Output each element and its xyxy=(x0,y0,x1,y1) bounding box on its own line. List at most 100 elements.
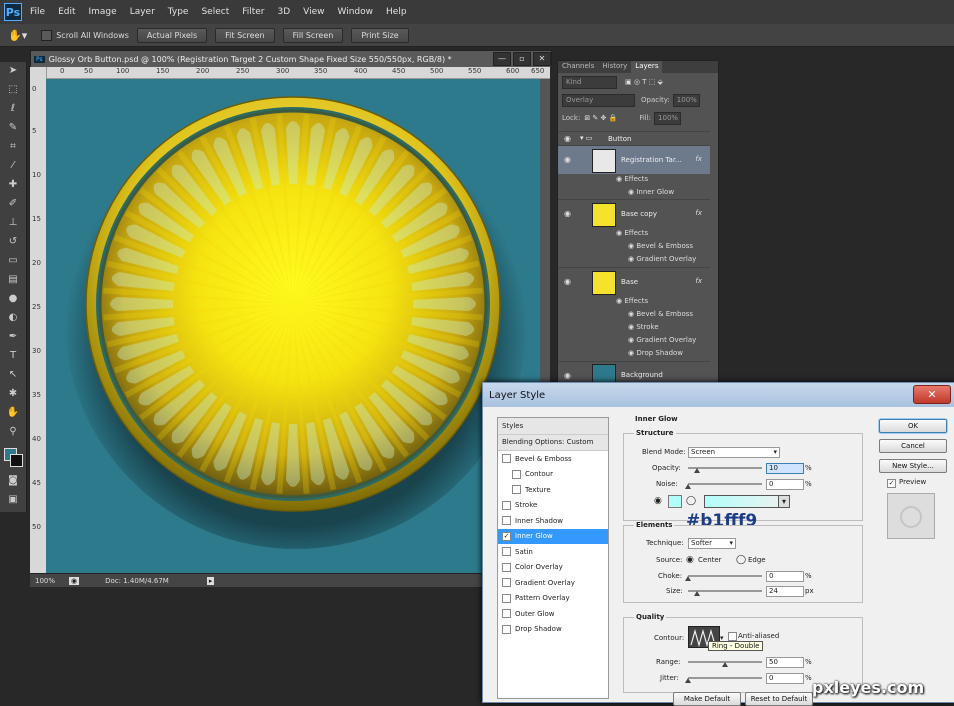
checkbox-icon[interactable] xyxy=(502,593,511,603)
jitter-input[interactable]: 0 xyxy=(766,673,804,684)
gradient-tool-icon[interactable]: ▤ xyxy=(4,273,22,287)
eyedropper-tool-icon[interactable]: ⁄ xyxy=(4,159,22,173)
kind-filter-dropdown[interactable]: Kind xyxy=(562,75,617,89)
reset-default-button[interactable]: Reset to Default xyxy=(745,692,813,706)
dodge-tool-icon[interactable]: ◐ xyxy=(4,311,22,325)
checkbox-icon[interactable] xyxy=(502,624,511,634)
style-outer-glow[interactable]: Outer Glow xyxy=(498,606,608,622)
effects-label[interactable]: ◉ Effects xyxy=(616,229,648,237)
size-input[interactable]: 24 xyxy=(766,586,804,597)
ok-button[interactable]: OK xyxy=(879,419,947,433)
menu-filter[interactable]: Filter xyxy=(242,7,264,17)
eye-icon[interactable]: ◉ xyxy=(564,277,571,286)
maximize-icon[interactable]: ▫ xyxy=(513,52,531,66)
move-tool-icon[interactable]: ➤ xyxy=(4,64,22,78)
checkbox-icon[interactable] xyxy=(512,469,521,479)
document-tab[interactable]: Ps Glossy Orb Button.psd @ 100% (Registr… xyxy=(30,50,552,68)
menu-help[interactable]: Help xyxy=(386,7,407,17)
effect-bevel-emboss[interactable]: ◉ Bevel & Emboss xyxy=(628,242,693,250)
layer-group-button[interactable]: ◉ ▾ ▭ Button xyxy=(558,131,710,146)
new-style-button[interactable]: New Style... xyxy=(879,459,947,473)
document-canvas[interactable] xyxy=(46,79,540,573)
tab-channels[interactable]: Channels xyxy=(558,61,598,73)
dialog-title-bar[interactable]: Layer Style xyxy=(483,383,954,407)
checkbox-icon[interactable] xyxy=(502,500,511,510)
glow-color-swatch[interactable] xyxy=(668,495,682,508)
marquee-tool-icon[interactable]: ⬚ xyxy=(4,83,22,97)
shape-tool-icon[interactable]: ✱ xyxy=(4,387,22,401)
effects-label[interactable]: ◉ Effects xyxy=(616,297,648,305)
checkbox-icon[interactable] xyxy=(502,516,511,526)
checkbox-icon[interactable] xyxy=(41,29,53,41)
quick-select-tool-icon[interactable]: ✎ xyxy=(4,121,22,135)
style-inner-glow[interactable]: ✓ Inner Glow xyxy=(498,528,608,544)
crop-tool-icon[interactable]: ⌗ xyxy=(4,140,22,154)
zoom-tool-icon[interactable]: ⚲ xyxy=(4,425,22,439)
tab-layers[interactable]: Layers xyxy=(631,61,663,73)
glow-gradient-picker[interactable]: ▾ xyxy=(704,495,790,508)
quick-mask-icon[interactable]: ◙ xyxy=(4,474,22,488)
blend-mode-select[interactable]: Screen ▾ xyxy=(688,447,780,458)
zoom-level[interactable]: 100% xyxy=(35,577,55,585)
anti-aliased-checkbox[interactable] xyxy=(728,632,737,641)
menu-3d[interactable]: 3D xyxy=(278,7,291,17)
layer-registration-target[interactable]: ◉ Registration Tar... fx xyxy=(558,145,710,174)
choke-slider[interactable] xyxy=(688,575,762,577)
cancel-button[interactable]: Cancel xyxy=(879,439,947,453)
lasso-tool-icon[interactable]: ℓ xyxy=(4,102,22,116)
menu-layer[interactable]: Layer xyxy=(130,7,155,17)
eye-icon[interactable]: ◉ xyxy=(564,134,571,143)
checkbox-icon[interactable] xyxy=(502,578,511,588)
minimize-icon[interactable]: — xyxy=(493,52,511,66)
path-select-tool-icon[interactable]: ↖ xyxy=(4,368,22,382)
style-gradient-overlay[interactable]: Gradient Overlay xyxy=(498,575,608,591)
eye-icon[interactable]: ◉ xyxy=(564,209,571,218)
eraser-tool-icon[interactable]: ▭ xyxy=(4,254,22,268)
checkbox-icon[interactable] xyxy=(502,547,511,557)
style-bevel-emboss[interactable]: Bevel & Emboss xyxy=(498,451,608,467)
jitter-slider[interactable] xyxy=(688,677,762,679)
eye-icon[interactable]: ◉ xyxy=(564,155,571,164)
menu-image[interactable]: Image xyxy=(89,7,117,17)
opacity-input[interactable]: 100% xyxy=(672,93,700,107)
checkbox-icon[interactable] xyxy=(502,454,511,464)
menu-window[interactable]: Window xyxy=(338,7,374,17)
effects-label[interactable]: ◉ Effects xyxy=(616,175,648,183)
layer-base-copy[interactable]: ◉ Base copy fx xyxy=(558,199,710,228)
menu-type[interactable]: Type xyxy=(168,7,189,17)
technique-select[interactable]: Softer ▾ xyxy=(688,538,736,549)
radio-edge-icon[interactable]: ◯ xyxy=(736,555,746,565)
checkbox-icon[interactable] xyxy=(512,485,521,495)
pen-tool-icon[interactable]: ✒ xyxy=(4,330,22,344)
brush-tool-icon[interactable]: ✐ xyxy=(4,197,22,211)
filter-icons[interactable]: ▣ ◎ T ⬚ ⬙ xyxy=(625,78,663,86)
style-contour[interactable]: Contour xyxy=(498,467,608,483)
type-tool-icon[interactable]: T xyxy=(4,349,22,363)
hand-tool-icon[interactable]: ✋▾ xyxy=(8,29,27,42)
layer-base[interactable]: ◉ Base fx xyxy=(558,267,710,296)
menu-edit[interactable]: Edit xyxy=(58,7,75,17)
choke-input[interactable]: 0 xyxy=(766,571,804,582)
effect-bevel-emboss[interactable]: ◉ Bevel & Emboss xyxy=(628,310,693,318)
fill-input[interactable]: 100% xyxy=(654,111,682,125)
opacity-slider-knob[interactable] xyxy=(694,468,700,473)
radio-gradient-icon[interactable]: ◯ xyxy=(686,496,696,506)
blending-options[interactable]: Blending Options: Custom xyxy=(498,434,608,451)
effect-inner-glow[interactable]: ◉ Inner Glow xyxy=(628,188,674,196)
menu-view[interactable]: View xyxy=(303,7,324,17)
noise-input[interactable]: 0 xyxy=(766,479,804,490)
blur-tool-icon[interactable]: ● xyxy=(4,292,22,306)
screen-mode-icon[interactable]: ▣ xyxy=(4,493,22,507)
background-color-swatch[interactable] xyxy=(10,454,23,467)
effect-gradient-overlay[interactable]: ◉ Gradient Overlay xyxy=(628,255,696,263)
fx-icon[interactable]: fx xyxy=(695,209,702,217)
ruler-horizontal[interactable]: 0 50 100 150 200 250 300 350 400 450 500… xyxy=(46,67,550,79)
style-satin[interactable]: Satin xyxy=(498,544,608,560)
noise-slider-knob[interactable] xyxy=(685,484,691,489)
lock-icons[interactable]: ⊠ ✎ ✥ 🔒 xyxy=(584,114,617,122)
menu-select[interactable]: Select xyxy=(201,7,229,17)
close-icon[interactable]: ✕ xyxy=(533,52,551,66)
close-button[interactable]: ✕ xyxy=(913,385,951,404)
style-stroke[interactable]: Stroke xyxy=(498,498,608,514)
style-color-overlay[interactable]: Color Overlay xyxy=(498,560,608,576)
